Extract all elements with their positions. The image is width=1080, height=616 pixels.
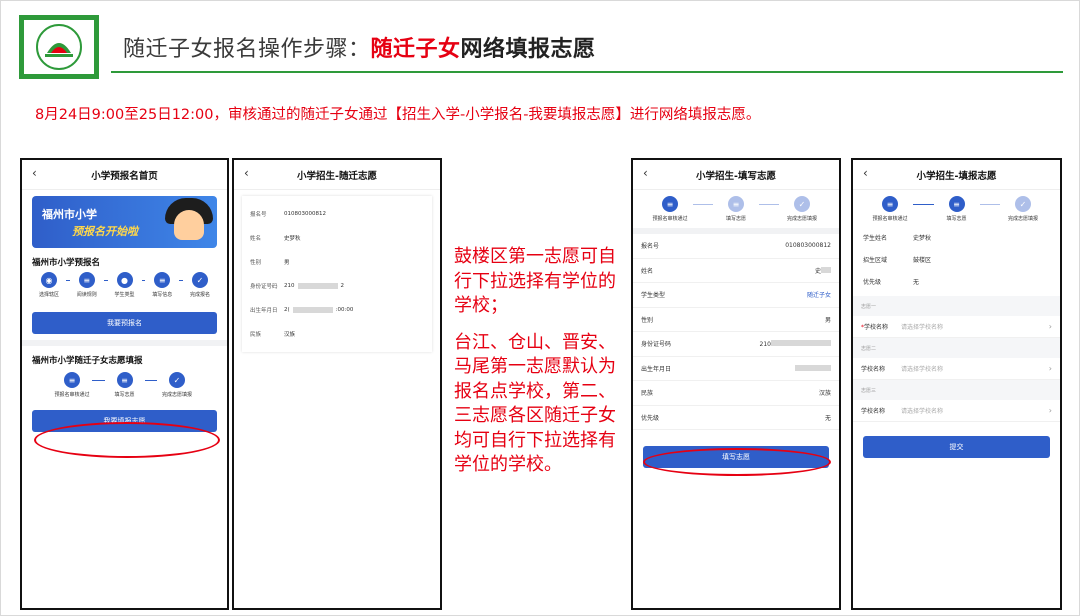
highlight-ellipse <box>34 422 220 458</box>
school-select-1[interactable]: *学校名称 请选择学校名称 › <box>853 316 1060 338</box>
approved-doc-icon: ≡ <box>64 372 80 388</box>
step-item: ≡ 填写志愿 <box>934 196 980 222</box>
phone-submit-volunteer-screen: ‹ 小学招生-填报志愿 ≡ 预报名审核通过 ≡ 填写志愿 ✓ 完成志愿填报 学生姓名 史梦… <box>851 158 1062 610</box>
step-item: ≡ 阅读规则 <box>70 272 104 298</box>
form-row: 优先级无 <box>633 406 839 430</box>
form-row: 民族 汉族 <box>633 381 839 406</box>
info-row: 招生区域 鼓楼区 <box>863 256 932 264</box>
approved-doc-icon: ≡ <box>662 196 678 212</box>
info-row: 学生姓名 史梦秋 <box>863 234 932 242</box>
check-icon: ✓ <box>192 272 208 288</box>
page-title: 随迁子女报名操作步骤：随迁子女网络填报志愿 <box>123 31 596 63</box>
form-row: 身份证号码 210 <box>633 332 839 357</box>
registration-steps: ◉ 选择辖区 ≡ 阅读规则 ● 学生类型 ≡ 填写信息 ✓ 完成报名 <box>32 272 217 298</box>
banner-line1: 福州市小学 <box>42 208 97 221</box>
volunteer-group-label: 志愿三 <box>853 380 1060 400</box>
phone-fill-volunteer-screen: ‹ 小学招生-填写志愿 ≡ 预报名审核通过 ≡ 填写志愿 ✓ 完成志愿填报 报名号 010… <box>631 158 841 610</box>
highlight-ellipse <box>643 448 831 476</box>
back-icon[interactable]: ‹ <box>32 166 37 180</box>
volunteer-group-label: 志愿一 <box>853 296 1060 316</box>
step-item: ≡ 填写志愿 <box>713 196 759 222</box>
user-icon: ● <box>116 272 133 288</box>
screen-title: 小学招生-填写志愿 <box>696 170 776 182</box>
section-title: 福州市小学预报名 <box>32 258 101 268</box>
step-item: ≡ 预报名审核通过 <box>647 196 693 222</box>
step-item: ✓ 完成志愿填报 <box>779 196 825 222</box>
phone-home-screen: ‹ 小学预报名首页 福州市小学 预报名开始啦 福州市小学预报名 ◉ 选择辖区 ≡ 阅读… <box>20 158 229 610</box>
school-select-3[interactable]: 学校名称 请选择学校名称 › <box>853 400 1060 422</box>
redacted-value <box>297 283 338 289</box>
approved-doc-icon: ≡ <box>882 196 898 212</box>
check-icon: ✓ <box>794 196 810 212</box>
submit-button[interactable]: 提交 <box>863 436 1050 458</box>
step-item: ◉ 选择辖区 <box>32 272 66 298</box>
step-item: ≡ 填写信息 <box>145 272 179 298</box>
info-row: 性别男 <box>250 260 290 266</box>
screen-title: 小学预报名首页 <box>91 170 158 182</box>
step-item: ● 学生类型 <box>108 272 142 298</box>
back-icon[interactable]: ‹ <box>643 166 648 180</box>
banner-line2: 预报名开始啦 <box>72 225 138 238</box>
volunteer-steps: ≡ 预报名审核通过 ≡ 填写志愿 ✓ 完成志愿填报 <box>52 372 197 398</box>
chevron-right-icon: › <box>1048 322 1052 331</box>
pre-register-button[interactable]: 我要预报名 <box>32 312 217 334</box>
step-item: ≡ 预报名审核通过 <box>867 196 913 222</box>
info-row: 报名号 010803000812 <box>250 211 326 218</box>
form-row: 姓名史 <box>633 259 839 283</box>
form-icon: ≡ <box>728 196 744 212</box>
chevron-right-icon: › <box>1048 364 1052 373</box>
instruction-notes: 鼓楼区第一志愿可自行下拉选择有学位的学校； 台江、仓山、晋安、马尾第一志愿默认为… <box>454 245 630 490</box>
screen-title: 小学招生-填报志愿 <box>916 170 997 182</box>
redacted-value <box>821 266 831 273</box>
back-icon[interactable]: ‹ <box>863 166 868 180</box>
check-icon: ✓ <box>1015 196 1031 212</box>
volunteer-steps: ≡ 预报名审核通过 ≡ 填写志愿 ✓ 完成志愿填报 <box>647 196 825 222</box>
location-icon: ◉ <box>41 272 57 288</box>
title-suffix: 网络填报志愿 <box>460 37 596 62</box>
volunteer-steps: ≡ 预报名审核通过 ≡ 填写志愿 ✓ 完成志愿填报 <box>867 196 1046 222</box>
document-icon: ≡ <box>78 272 95 288</box>
note-other-districts: 台江、仓山、晋安、马尾第一志愿默认为报名点学校，第二、三志愿各区随迁子女均可自行… <box>454 331 616 476</box>
chevron-right-icon: › <box>1048 406 1052 415</box>
form-row: 报名号 010803000812 <box>633 234 839 259</box>
step-item: ≡ 预报名审核通过 <box>52 372 92 398</box>
step-item: ✓ 完成志愿填报 <box>157 372 197 398</box>
note-gulou: 鼓楼区第一志愿可自行下拉选择有学位的学校； <box>454 246 616 316</box>
school-select-2[interactable]: 学校名称 请选择学校名称 › <box>853 358 1060 380</box>
info-row: 优先级无 <box>863 278 920 286</box>
logo-emblem-icon <box>36 24 82 70</box>
info-row: 身份证号码 210 2 <box>250 283 344 290</box>
title-divider <box>111 71 1063 73</box>
redacted-value <box>292 307 333 313</box>
title-red: 随迁子女 <box>370 37 461 62</box>
phone-volunteer-info-screen: ‹ 小学招生-随迁志愿 报名号 010803000812 姓名 史梦秋 性别男 身份证… <box>232 158 442 610</box>
redacted-value <box>771 339 831 346</box>
promo-banner[interactable]: 福州市小学 预报名开始啦 <box>32 196 217 248</box>
slide: 随迁子女报名操作步骤：随迁子女网络填报志愿 8月24日9:00至25日12:00… <box>0 0 1080 616</box>
screen-title: 小学招生-随迁志愿 <box>297 170 377 182</box>
student-info-card: 报名号 010803000812 姓名 史梦秋 性别男 身份证号码 210 2 出生年月… <box>242 196 432 352</box>
form-icon: ≡ <box>948 196 965 212</box>
check-icon: ✓ <box>169 372 185 388</box>
section-title: 福州市小学随迁子女志愿填报 <box>32 356 143 366</box>
instruction-text: 8月24日9:00至25日12:00，审核通过的随迁子女通过【招生入学-小学报名… <box>35 107 761 123</box>
form-icon: ≡ <box>116 372 133 388</box>
form-row: 出生年月日 <box>633 357 839 381</box>
info-row: 民族 汉族 <box>250 332 296 338</box>
step-item: ✓ 完成志愿填报 <box>1000 196 1046 222</box>
form-icon: ≡ <box>154 272 171 288</box>
title-prefix: 随迁子女报名操作步骤： <box>123 37 371 62</box>
back-icon[interactable]: ‹ <box>244 166 249 180</box>
form-row: 性别男 <box>633 308 839 332</box>
school-logo <box>19 15 99 79</box>
step-item: ✓ 完成报名 <box>183 272 217 298</box>
form-row: 学生类型 随迁子女 <box>633 283 839 308</box>
redacted-value <box>795 365 831 372</box>
info-row: 出生年月日 2(:00:00 <box>250 307 354 314</box>
step-item: ≡ 填写志愿 <box>105 372 145 398</box>
volunteer-group-label: 志愿二 <box>853 338 1060 358</box>
info-row: 姓名 史梦秋 <box>250 236 301 242</box>
